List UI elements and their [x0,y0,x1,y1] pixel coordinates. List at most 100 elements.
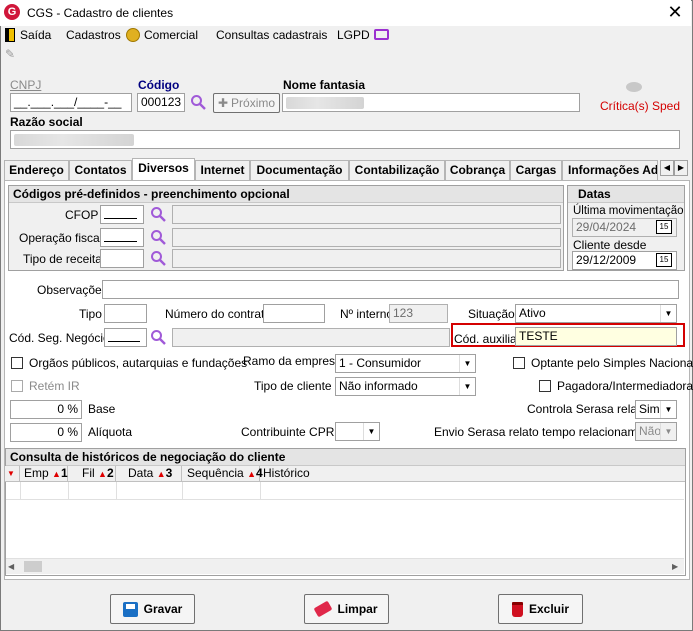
envio-serasa-select[interactable]: Não ▼ [635,422,677,441]
cod-seg-negocio-input[interactable] [104,328,147,347]
scroll-right-icon[interactable]: ▶ [672,562,678,571]
codigo-input[interactable]: 000123 [137,93,185,112]
tools-icon[interactable]: ✎ [5,48,19,60]
envio-serasa-value: Não [639,424,662,438]
tab-cobranca[interactable]: Cobrança [445,160,510,180]
tab-documentacao[interactable]: Documentação [250,160,349,180]
grid-column-data[interactable]: Data ▲3 [116,466,182,482]
orgaos-publicos-checkbox[interactable] [11,357,23,369]
ramo-empresa-label: Ramo da empresa [243,354,342,368]
numero-contrato-input[interactable] [263,304,325,323]
menu-saida[interactable]: Saída [20,28,51,42]
razao-social-input[interactable] [10,130,680,149]
col-emp-label: Emp [24,466,49,480]
chevron-down-icon: ▼ [459,355,475,372]
pagadora-checkbox[interactable] [539,380,551,392]
row-divider [260,482,261,500]
trash-icon [511,601,523,617]
scroll-thumb[interactable] [24,561,42,572]
aliquota-label: Alíquota [88,425,133,439]
tipo-cliente-value: Não informado [339,379,418,393]
optante-simples-checkbox[interactable] [513,357,525,369]
tab-endereco[interactable]: Endereço [4,160,69,180]
historico-first-row[interactable] [6,482,684,500]
row-divider [116,482,117,500]
search-codigo-icon[interactable] [190,94,206,110]
grid-column-emp[interactable]: Emp ▲1 [20,466,68,482]
pagadora-label: Pagadora/Intermediadora [557,379,693,393]
tab-cargas[interactable]: Cargas [510,160,562,180]
cnpj-input[interactable]: __.___.___/____-__ [10,93,132,112]
retem-ir-checkbox[interactable] [11,380,23,392]
base-label: Base [88,402,116,416]
cliente-desde-value: 29/12/2009 [576,253,637,267]
situacao-select[interactable]: Ativo ▼ [515,304,677,323]
proximo-label: Próximo [231,96,276,110]
gravar-button[interactable]: Gravar [110,594,195,624]
col-emp-order: 1 [60,466,68,480]
contribuinte-cprb-select[interactable]: ▼ [335,422,380,441]
cnpj-label: CNPJ [10,78,42,92]
sped-icon[interactable] [626,82,642,92]
ramo-empresa-value: 1 - Consumidor [339,356,422,370]
menu-comercial[interactable]: Comercial [144,28,198,42]
tipo-label: Tipo [79,307,102,321]
calendar-cliente-desde-icon[interactable]: 15 [656,253,672,267]
sort-order-icon: ▲ [247,469,256,479]
cliente-desde-label: Cliente desde [573,238,647,252]
ramo-empresa-select[interactable]: 1 - Consumidor ▼ [335,354,476,373]
aliquota-input[interactable]: 0 % [10,423,82,442]
n-interno-input: 123 [389,304,448,323]
close-icon[interactable]: ✕ [660,1,690,23]
cfop-input[interactable] [100,205,144,224]
limpar-button[interactable]: Limpar [304,594,389,624]
cfop-description [172,205,561,224]
sort-order-icon: ▲ [156,469,166,479]
menu-lgpd[interactable]: LGPD [337,28,370,42]
proximo-button[interactable]: ✚ Próximo [213,93,280,113]
criticas-sped-label[interactable]: Crítica(s) Sped [600,99,680,113]
operacao-label: Operação fiscal [19,231,103,245]
tab-internet[interactable]: Internet [195,160,250,180]
nome-fantasia-input[interactable] [282,93,580,112]
tipo-receita-label: Tipo de receita [23,252,102,266]
exit-door-icon[interactable] [5,28,15,42]
menu-cadastros[interactable]: Cadastros [66,28,121,42]
row-divider [68,482,69,500]
scroll-left-icon[interactable]: ◀ [8,562,14,571]
tipo-input[interactable] [104,304,147,323]
controla-serasa-select[interactable]: Sim ▼ [635,400,677,419]
calendar-ultima-icon[interactable]: 15 [656,220,672,234]
tab-scroll-right-icon[interactable]: ▶ [674,160,688,176]
tab-diversos[interactable]: Diversos [132,158,195,181]
search-cfop-icon[interactable] [150,206,166,222]
monitor-icon[interactable] [374,29,389,40]
search-cod-seg-icon[interactable] [150,329,166,345]
grid-column-historico[interactable]: Histórico [260,466,685,482]
excluir-button[interactable]: Excluir [498,594,583,624]
horizontal-scrollbar[interactable]: ◀ ▶ [6,558,684,574]
app-logo-icon: G [4,4,20,20]
chevron-down-icon: ▼ [459,378,475,395]
search-tipo-receita-icon[interactable] [150,250,166,266]
observacoes-label: Observações [37,283,108,297]
base-input[interactable]: 0 % [10,400,82,419]
tab-contabilizacao[interactable]: Contabilização [349,160,445,180]
tipo-cliente-select[interactable]: Não informado ▼ [335,377,476,396]
search-operacao-icon[interactable] [150,229,166,245]
cod-seg-negocio-label: Cód. Seg. Negócio [9,331,110,345]
grid-column-fil[interactable]: Fil ▲2 [68,466,116,482]
operacao-description [172,228,561,247]
tab-informacoes[interactable]: Informações Adi [562,160,658,180]
n-interno-label: Nº interno [340,307,394,321]
cod-auxiliar-input[interactable]: TESTE [515,327,677,346]
observacoes-input[interactable] [102,280,679,299]
menu-consultas[interactable]: Consultas cadastrais [216,28,327,42]
grid-column-sequencia[interactable]: Sequência ▲4 [182,466,263,482]
cod-auxiliar-label: Cód. auxiliar [454,332,521,346]
tab-contatos[interactable]: Contatos [69,160,132,180]
tipo-cliente-label: Tipo de cliente [254,379,332,393]
tab-scroll-left-icon[interactable]: ◀ [660,160,674,176]
tipo-receita-input[interactable] [100,249,144,268]
operacao-input[interactable] [100,228,144,247]
